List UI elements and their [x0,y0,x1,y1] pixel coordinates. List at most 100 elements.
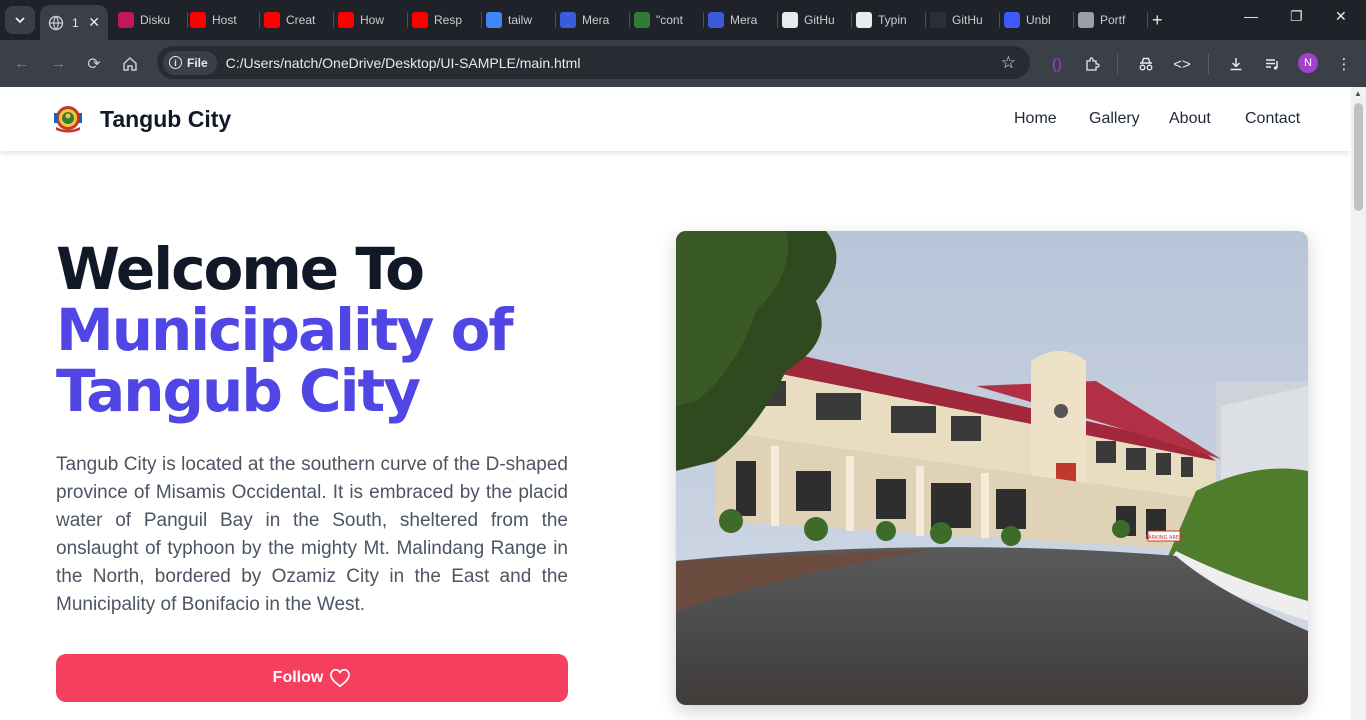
tab-title: Mera [582,13,610,27]
media-queue-icon[interactable] [1260,52,1284,76]
hero-title-line3: Tangub City [56,357,421,425]
profile-avatar[interactable]: N [1298,53,1318,73]
menu-kebab-icon[interactable]: ⋮ [1332,52,1356,76]
browser-tab[interactable]: GitHu [782,8,852,32]
page-viewport: Tangub City Home Gallery About Contact W… [0,87,1351,720]
tab-favicon-icon [634,12,650,28]
active-tab[interactable]: 1 ✕ [40,5,108,40]
nav-gallery[interactable]: Gallery [1089,110,1140,128]
tab-separator [777,12,778,28]
download-icon[interactable] [1224,52,1248,76]
tab-title: Mera [730,13,758,27]
browser-tab[interactable]: Creat [264,8,334,32]
site-brand[interactable]: Tangub City [100,106,231,133]
city-hall-photo: PARKING AREA [676,231,1308,705]
tab-title: GitHu [804,13,835,27]
new-tab-button[interactable]: + [1152,9,1163,31]
tab-separator [333,12,334,28]
chevron-down-icon [15,17,25,24]
hero-description: Tangub City is located at the southern c… [56,454,568,615]
back-icon[interactable]: ← [10,52,34,76]
tab-favicon-icon [1078,12,1094,28]
parking-sign: PARKING AREA [1145,535,1183,541]
minimize-icon[interactable]: — [1244,8,1258,24]
browser-tab[interactable]: Mera [560,8,630,32]
tab-favicon-icon [486,12,502,28]
hero-title: Welcome To Municipality of Tangub City [56,235,514,425]
scroll-up-arrow-icon[interactable]: ▲ [1354,89,1362,98]
tab-title: Typin [878,13,907,27]
tab-separator [703,12,704,28]
browser-tab[interactable]: "cont [634,8,704,32]
nav-about[interactable]: About [1169,110,1211,128]
tab-separator [259,12,260,28]
site-info-chip[interactable]: i File [163,50,217,75]
tab-favicon-icon [264,12,280,28]
tab-favicon-icon [782,12,798,28]
city-seal-logo[interactable] [52,103,84,135]
code-icon[interactable]: <> [1170,52,1194,76]
tab-separator [1147,12,1148,28]
toolbar-divider [1208,54,1209,74]
tab-title: Resp [434,13,463,27]
incognito-icon[interactable] [1134,52,1158,76]
forward-icon[interactable]: → [46,52,70,76]
browser-tab[interactable]: tailw [486,8,556,32]
browser-tab[interactable]: Disku [118,8,188,32]
bookmark-star-icon[interactable]: ☆ [1001,53,1016,73]
tab-separator [851,12,852,28]
browser-tab[interactable]: How [338,8,408,32]
hero-title-line2: Municipality of [56,296,514,364]
tab-separator [629,12,630,28]
tab-separator [925,12,926,28]
extensions-puzzle-icon[interactable] [1080,52,1104,76]
url-text[interactable]: C:/Users/natch/OneDrive/Desktop/UI-SAMPL… [226,55,581,71]
tab-separator [481,12,482,28]
tab-title: Disku [140,13,171,27]
file-chip-label: File [187,55,208,70]
browser-tab[interactable]: Host [190,8,260,32]
tab-separator [407,12,408,28]
info-icon: i [169,56,182,69]
browser-tab[interactable]: GitHu [930,8,1000,32]
tab-title: Creat [286,13,316,27]
tab-favicon-icon [930,12,946,28]
tab-separator [187,12,188,28]
globe-icon [48,15,64,30]
page-scrollbar[interactable]: ▲ [1351,87,1366,720]
browser-tab[interactable]: Mera [708,8,778,32]
tab-title: How [360,13,385,27]
nav-contact[interactable]: Contact [1245,110,1300,128]
toolbar-divider [1117,54,1118,74]
browser-tab[interactable]: Unbl [1004,8,1074,32]
home-icon[interactable] [118,52,142,76]
scrollbar-thumb[interactable] [1354,103,1363,211]
city-hall-image: PARKING AREA [676,231,1308,705]
extension-icon[interactable]: () [1045,52,1069,76]
browser-tab[interactable]: Portf [1078,8,1148,32]
close-window-icon[interactable]: ✕ [1335,8,1347,25]
reload-icon[interactable]: ⟳ [82,52,106,76]
tab-favicon-icon [856,12,872,28]
site-header: Tangub City Home Gallery About Contact [0,87,1351,151]
active-tab-title: 1 [72,15,79,30]
tab-favicon-icon [412,12,428,28]
heart-icon [330,668,351,688]
tab-favicon-icon [190,12,206,28]
browser-toolbar: ← → ⟳ i File C:/Users/natch/OneDrive/Des… [0,40,1366,87]
nav-home[interactable]: Home [1014,110,1057,128]
hero-title-line1: Welcome To [56,235,425,303]
tab-title: Unbl [1026,13,1051,27]
tab-search-button[interactable] [5,6,35,34]
close-tab-icon[interactable]: ✕ [88,14,100,31]
tab-favicon-icon [338,12,354,28]
browser-tab[interactable]: Resp [412,8,482,32]
browser-tab[interactable]: Typin [856,8,926,32]
tab-title: Host [212,13,237,27]
tab-title: tailw [508,13,533,27]
follow-button[interactable]: Follow [56,654,568,702]
address-bar[interactable]: i File C:/Users/natch/OneDrive/Desktop/U… [157,46,1030,79]
tab-title: GitHu [952,13,983,27]
tab-separator [555,12,556,28]
restore-icon[interactable]: ❐ [1290,8,1303,25]
